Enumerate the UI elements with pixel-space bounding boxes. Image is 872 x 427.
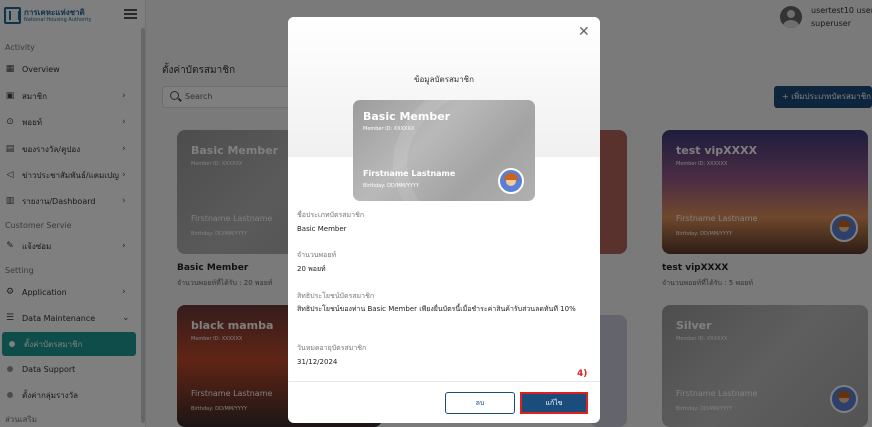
card-birthday: Birthday: DD/MM/YYYY	[363, 183, 420, 189]
edit-button[interactable]: แก้ไข	[520, 392, 588, 414]
points-label: จำนวนพอยท์	[297, 251, 337, 259]
expiry-label: วันหมดอายุบัตรสมาชิก	[297, 344, 367, 352]
modal-title: ข้อมูลบัตรสมาชิก	[414, 75, 474, 84]
modal-divider	[288, 381, 600, 382]
card-preview: Basic Member Member ID: XXXXXX Firstname…	[353, 100, 535, 201]
card-type-value: Basic Member	[297, 225, 347, 233]
card-member-id: Member ID: XXXXXX	[363, 126, 415, 132]
close-icon[interactable]: ✕	[578, 24, 590, 40]
benefit-label: สิทธิประโยชน์บัตรสมาชิก	[297, 292, 375, 300]
card-type-label: ชื่อประเภทบัตรสมาชิก	[297, 211, 365, 219]
card-detail-modal: ✕ ข้อมูลบัตรสมาชิก Basic Member Member I…	[288, 17, 600, 423]
expiry-value: 31/12/2024	[297, 358, 338, 366]
card-fullname: Firstname Lastname	[363, 169, 456, 178]
benefit-value: สิทธิประโยชน์ของท่าน Basic Member เพียงย…	[297, 305, 576, 313]
card-name: Basic Member	[363, 110, 451, 123]
avatar	[498, 168, 524, 194]
step-marker: 4)	[577, 369, 588, 379]
delete-button[interactable]: ลบ	[445, 392, 515, 414]
points-value: 20 พอยท์	[297, 265, 326, 273]
